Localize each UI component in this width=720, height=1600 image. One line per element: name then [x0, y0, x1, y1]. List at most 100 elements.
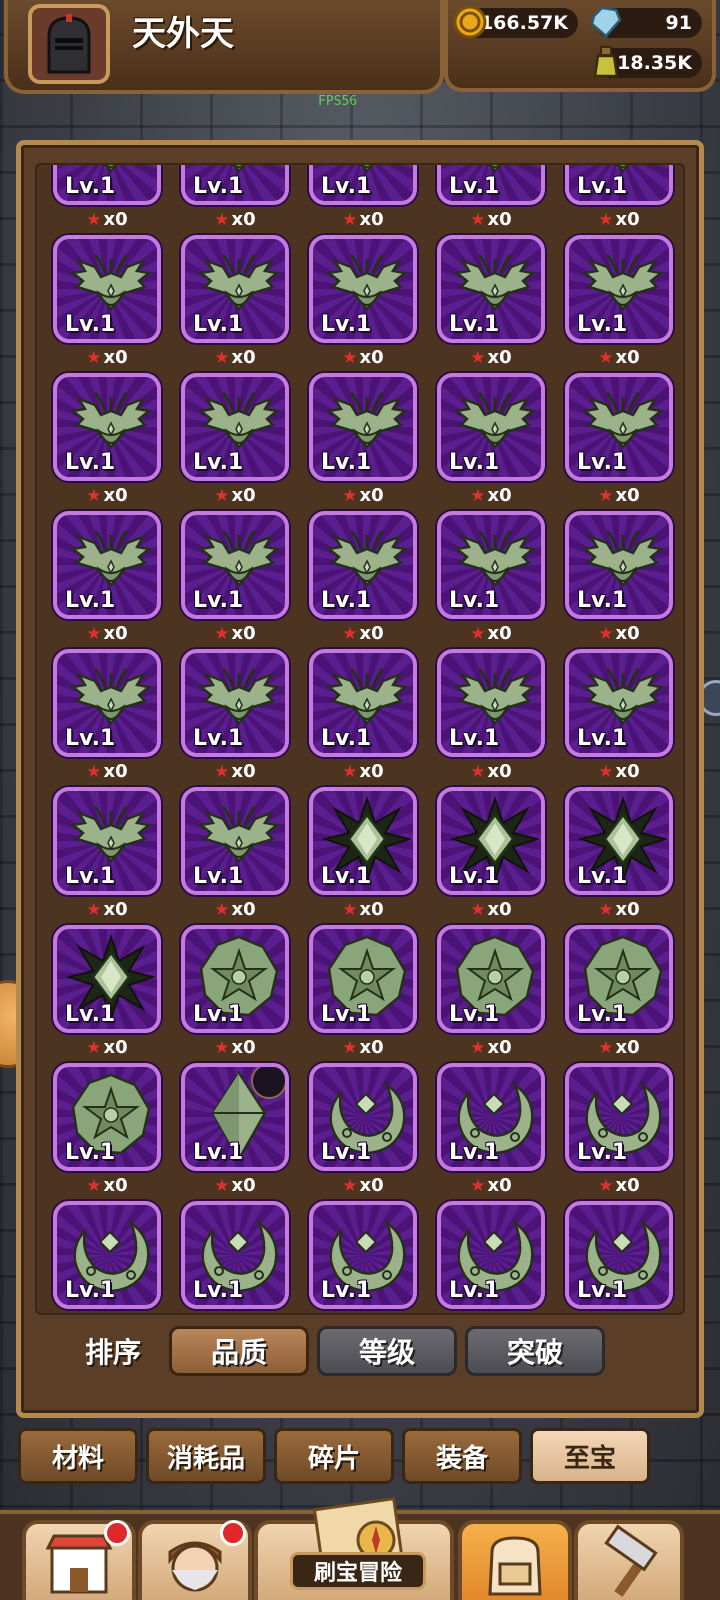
item-slot[interactable]: Lv.1 ★x0 — [565, 235, 673, 368]
item-slot[interactable]: Lv.1 ★x0 — [437, 925, 545, 1058]
item-card[interactable]: Lv.1 — [437, 373, 545, 481]
item-slot[interactable]: Lv.1 ★x0 — [565, 649, 673, 782]
item-card[interactable]: Lv.1 — [437, 925, 545, 1033]
item-card[interactable]: Lv.1 — [53, 373, 161, 481]
item-slot[interactable]: Lv.1 ★x0 — [437, 1201, 545, 1313]
item-slot[interactable]: Lv.1 ★x0 — [181, 787, 289, 920]
item-card[interactable]: Lv.1 — [309, 1063, 417, 1171]
item-card[interactable]: Lv.1 — [181, 511, 289, 619]
item-card[interactable]: Lv.1 — [565, 165, 673, 205]
item-slot[interactable]: Lv.1 ★x0 — [309, 235, 417, 368]
item-slot[interactable]: Lv.1 ★x0 — [309, 165, 417, 230]
item-card[interactable]: Lv.1 — [53, 165, 161, 205]
item-card[interactable]: Lv.1 — [53, 1201, 161, 1309]
tab-fragments[interactable]: 碎片 — [274, 1428, 394, 1484]
item-slot[interactable]: Lv.1 ★x0 — [565, 1063, 673, 1196]
item-slot[interactable]: Lv.1 ★x0 — [53, 1063, 161, 1196]
item-slot[interactable]: Lv.1 ★x0 — [309, 925, 417, 1058]
item-card[interactable]: Lv.1 — [437, 235, 545, 343]
item-slot[interactable]: Lv.1 ★x0 — [565, 787, 673, 920]
nav-forge-button[interactable] — [574, 1520, 684, 1600]
sort-breakthrough-button[interactable]: 突破 — [465, 1326, 605, 1376]
item-card[interactable]: Lv.1 — [181, 787, 289, 895]
item-card[interactable]: Lv.1 — [309, 1201, 417, 1309]
item-card[interactable]: Lv.1 — [181, 649, 289, 757]
gold-counter[interactable]: 166.57K — [453, 5, 578, 39]
item-card[interactable]: Lv.1 — [181, 235, 289, 343]
item-slot[interactable]: Lv.1 ★x0 — [181, 373, 289, 506]
item-card[interactable]: Lv.1 — [53, 511, 161, 619]
item-slot[interactable]: Lv.1 ★x0 — [181, 235, 289, 368]
item-slot[interactable]: Lv.1 ★x0 — [437, 787, 545, 920]
player-avatar[interactable] — [28, 4, 110, 84]
item-slot[interactable]: Lv.1 ★x0 — [309, 649, 417, 782]
tab-equipment[interactable]: 装备 — [402, 1428, 522, 1484]
potion-counter[interactable]: 18.35K — [593, 46, 702, 78]
sort-level-button[interactable]: 等级 — [317, 1326, 457, 1376]
item-card[interactable]: Lv.1 — [53, 235, 161, 343]
item-slot[interactable]: Lv.1 ★x0 — [437, 649, 545, 782]
item-card[interactable]: Lv.1 — [565, 511, 673, 619]
item-slot[interactable]: Lv.1 ★x0 — [181, 1063, 289, 1196]
item-slot[interactable]: Lv.1 ★x0 — [565, 165, 673, 230]
nav-shop-button[interactable] — [22, 1520, 136, 1600]
tab-treasures[interactable]: 至宝 — [530, 1428, 650, 1484]
item-card[interactable]: Lv.1 — [565, 649, 673, 757]
item-slot[interactable]: Lv.1 ★x0 — [437, 373, 545, 506]
item-slot[interactable]: Lv.1 ★x0 — [53, 787, 161, 920]
item-card[interactable]: Lv.1 — [309, 235, 417, 343]
item-slot[interactable]: Lv.1 ★x0 — [565, 373, 673, 506]
item-card[interactable]: Lv.1 — [309, 511, 417, 619]
item-slot[interactable]: Lv.1 ★x0 — [53, 1201, 161, 1313]
tab-materials[interactable]: 材料 — [18, 1428, 138, 1484]
item-slot[interactable]: Lv.1 ★x0 — [53, 373, 161, 506]
nav-backpack-button[interactable] — [458, 1520, 572, 1600]
item-card[interactable]: Lv.1 — [565, 235, 673, 343]
item-slot[interactable]: Lv.1 ★x0 — [437, 1063, 545, 1196]
item-card[interactable]: Lv.1 — [437, 649, 545, 757]
item-slot[interactable]: Lv.1 ★x0 — [309, 1201, 417, 1313]
item-slot[interactable]: Lv.1 ★x0 — [309, 511, 417, 644]
item-slot[interactable]: Lv.1 ★x0 — [181, 1201, 289, 1313]
sort-quality-button[interactable]: 品质 — [169, 1326, 309, 1376]
item-slot[interactable]: Lv.1 ★x0 — [181, 649, 289, 782]
item-slot[interactable]: Lv.1 ★x0 — [437, 235, 545, 368]
item-card[interactable]: Lv.1 — [53, 649, 161, 757]
item-slot[interactable]: Lv.1 ★x0 — [53, 235, 161, 368]
item-card[interactable]: Lv.1 — [565, 787, 673, 895]
item-slot[interactable]: Lv.1 ★x0 — [565, 1201, 673, 1313]
item-card[interactable]: Lv.1 — [309, 925, 417, 1033]
item-card[interactable]: Lv.1 — [53, 1063, 161, 1171]
item-slot[interactable]: Lv.1 ★x0 — [437, 165, 545, 230]
item-card[interactable]: Lv.1 — [53, 787, 161, 895]
item-slot[interactable]: Lv.1 ★x0 — [309, 1063, 417, 1196]
item-slot[interactable]: Lv.1 ★x0 — [565, 511, 673, 644]
item-slot[interactable]: Lv.1 ★x0 — [53, 925, 161, 1058]
item-card[interactable]: Lv.1 — [437, 787, 545, 895]
item-card[interactable]: Lv.1 — [181, 1201, 289, 1309]
gem-counter[interactable]: 91 — [590, 6, 702, 38]
item-card[interactable]: Lv.1 — [437, 1063, 545, 1171]
item-slot[interactable]: Lv.1 ★x0 — [309, 787, 417, 920]
item-slot[interactable]: Lv.1 ★x0 — [437, 511, 545, 644]
item-card[interactable]: Lv.1 — [181, 925, 289, 1033]
item-slot[interactable]: Lv.1 ★x0 — [565, 925, 673, 1058]
item-card[interactable]: Lv.1 — [565, 925, 673, 1033]
item-slot[interactable]: Lv.1 ★x0 — [181, 925, 289, 1058]
item-card[interactable]: Lv.1 — [437, 165, 545, 205]
item-card[interactable]: Lv.1 — [181, 1063, 289, 1171]
item-card[interactable]: Lv.1 — [309, 165, 417, 205]
item-slot[interactable]: Lv.1 ★x0 — [181, 511, 289, 644]
item-slot[interactable]: Lv.1 ★x0 — [53, 649, 161, 782]
item-card[interactable]: Lv.1 — [309, 649, 417, 757]
item-slot[interactable]: Lv.1 ★x0 — [181, 165, 289, 230]
item-card[interactable]: Lv.1 — [309, 787, 417, 895]
adventure-label[interactable]: 刷宝冒险 — [290, 1552, 426, 1590]
item-card[interactable]: Lv.1 — [53, 925, 161, 1033]
item-card[interactable]: Lv.1 — [181, 373, 289, 481]
tab-consumables[interactable]: 消耗品 — [146, 1428, 266, 1484]
nav-hero-button[interactable] — [138, 1520, 252, 1600]
item-grid-viewport[interactable]: Lv.1 ★ x0 Lv.1 ★ x0 Lv.1 ★ x0 Lv.1 ★ x0 Lv.1 ★ x0 … — [35, 163, 685, 1315]
item-card[interactable]: Lv.1 — [181, 165, 289, 205]
item-card[interactable]: Lv.1 — [437, 511, 545, 619]
